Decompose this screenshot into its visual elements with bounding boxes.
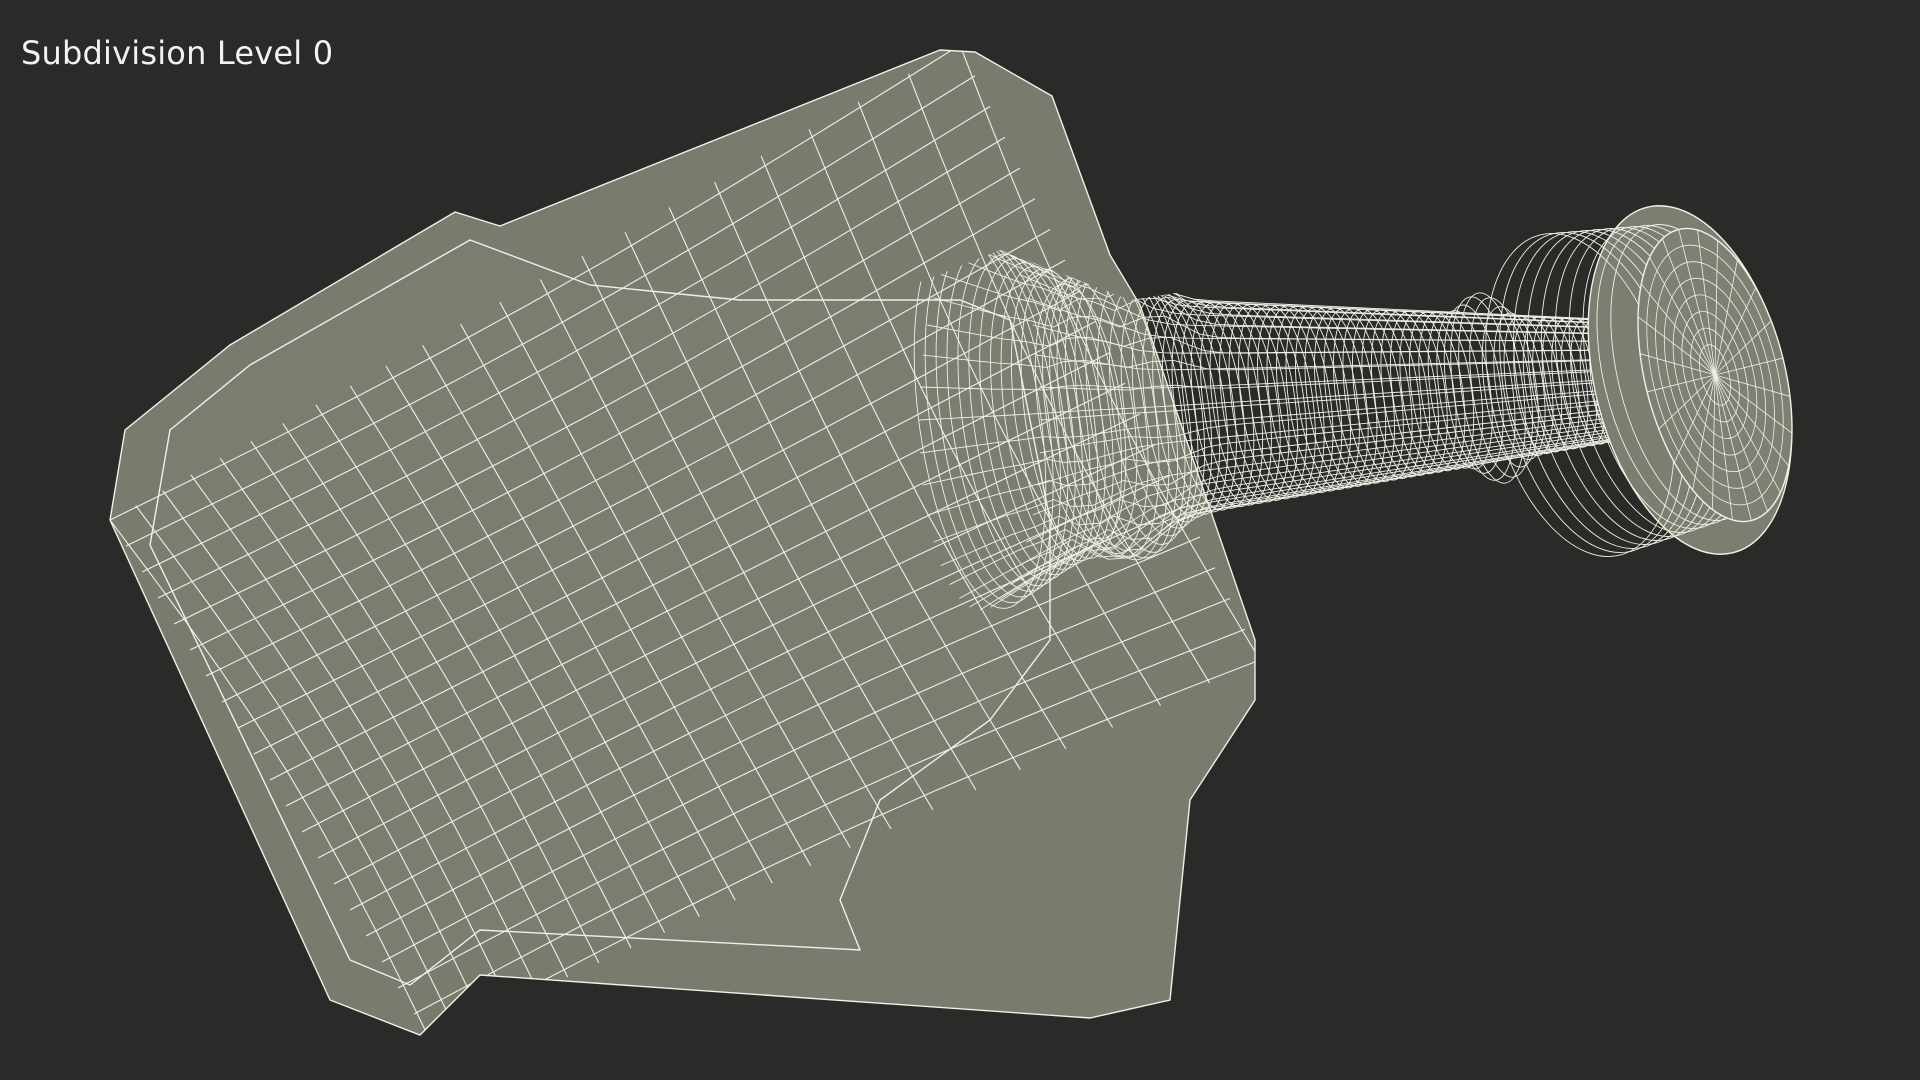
- bottle-body: [109, 49, 1256, 1036]
- wireframe-bottle-mesh[interactable]: [0, 0, 1920, 1080]
- 3d-viewport[interactable]: Subdivision Level 0: [0, 0, 1920, 1080]
- bottle-cap: [1485, 205, 1793, 557]
